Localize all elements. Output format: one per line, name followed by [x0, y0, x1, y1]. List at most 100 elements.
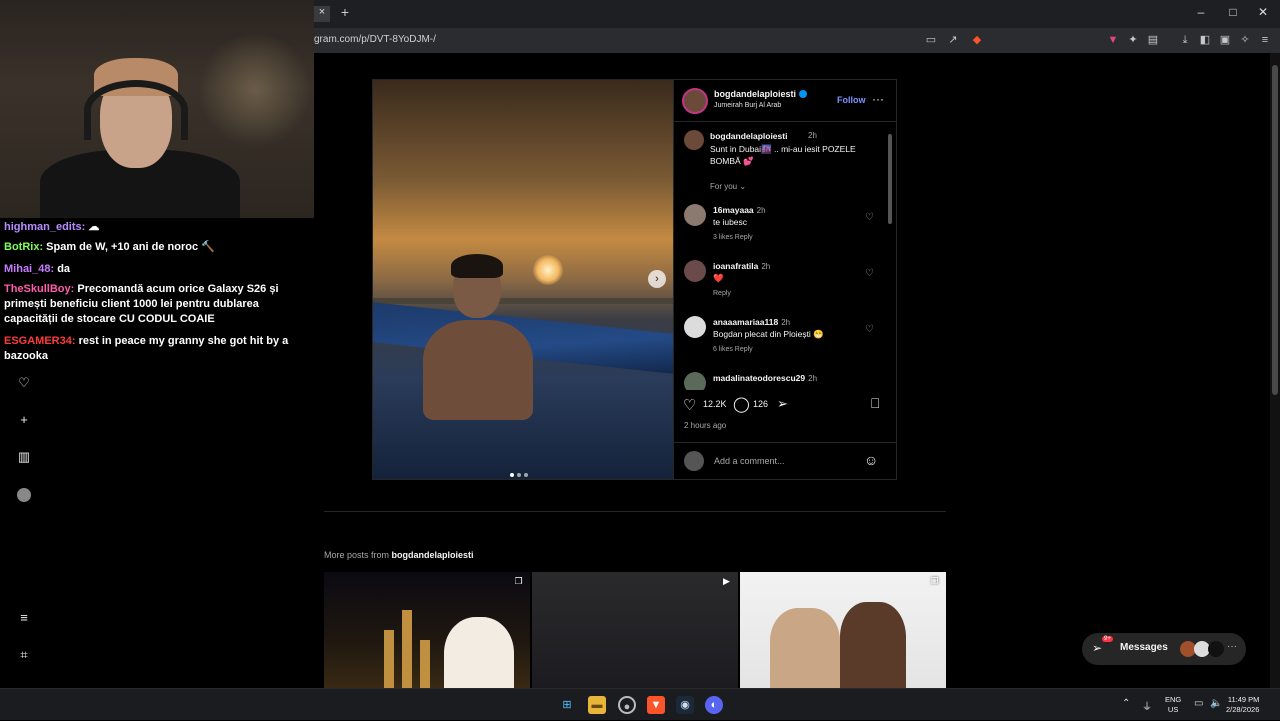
post-header: bogdandelaploiesti Jumeirah Burj Al Arab…: [674, 80, 897, 122]
discord-icon[interactable]: ◐: [705, 696, 723, 714]
comment-sort-dropdown[interactable]: For you ⌄: [710, 182, 746, 191]
page-scrollbar[interactable]: [1270, 53, 1280, 688]
building: [402, 610, 412, 688]
notifications-icon[interactable]: ♡: [16, 375, 32, 391]
commenter-name[interactable]: madalinateodorescu29: [713, 373, 805, 383]
dome: [444, 617, 514, 688]
comment-meta[interactable]: Reply: [713, 290, 731, 297]
commenter-avatar[interactable]: [684, 204, 706, 226]
cast-icon[interactable]: ▭: [924, 33, 938, 47]
commenter-username[interactable]: anaaamariaa118 2h: [713, 317, 790, 327]
post-thumbnail[interactable]: ❐: [324, 572, 530, 688]
brave-rewards-icon[interactable]: ▼: [1106, 33, 1120, 47]
comment-count[interactable]: 126: [753, 399, 768, 409]
share-icon[interactable]: ↗: [946, 33, 960, 47]
comments-scrollbar[interactable]: [887, 126, 893, 388]
profile-avatar[interactable]: [17, 488, 31, 502]
next-photo-button[interactable]: ›: [648, 270, 666, 288]
author-username[interactable]: bogdandelaploiesti: [714, 89, 796, 99]
commenter-name[interactable]: anaaamariaa118: [713, 317, 778, 327]
network-icon[interactable]: ▭: [1194, 698, 1203, 709]
post-photo[interactable]: ›: [373, 80, 673, 479]
split-view-icon[interactable]: ◧: [1198, 33, 1212, 47]
like-count[interactable]: 12.2K: [703, 399, 727, 409]
like-icon[interactable]: ♡: [683, 396, 696, 414]
input-language[interactable]: ENG US: [1165, 695, 1181, 715]
comment-like-icon[interactable]: ♡: [865, 268, 874, 279]
chat-username: BotRix:: [4, 241, 44, 253]
building: [420, 640, 430, 688]
chat-text: da: [54, 263, 71, 275]
obs-icon[interactable]: ●: [618, 696, 636, 714]
new-tab-button[interactable]: +: [336, 4, 354, 22]
commenter-name[interactable]: ioanafratila: [713, 261, 758, 271]
reel-icon: ▶: [723, 576, 730, 586]
commenter-username[interactable]: 16mayaaa 2h: [713, 205, 766, 215]
add-comment-input[interactable]: Add a comment...: [714, 456, 785, 466]
post-location[interactable]: Jumeirah Burj Al Arab: [714, 102, 781, 109]
messages-label: Messages: [1120, 642, 1168, 653]
show-hidden-icons[interactable]: ⌃: [1122, 698, 1130, 709]
more-posts-username[interactable]: bogdandelaploiesti: [392, 550, 474, 560]
add-comment-bar: Add a comment... ☺: [674, 442, 897, 479]
create-icon[interactable]: +: [16, 412, 32, 428]
downloads-icon[interactable]: ⤓: [1178, 33, 1192, 47]
leo-ai-icon[interactable]: ✧: [1238, 33, 1252, 47]
brave-browser-icon[interactable]: ▼: [647, 696, 665, 714]
dashboard-icon[interactable]: ▥: [16, 449, 32, 465]
sidebar-icon[interactable]: ▤: [1146, 33, 1160, 47]
messages-button[interactable]: ➢ 9+ Messages ···: [1082, 633, 1246, 665]
volume-icon[interactable]: 🔈: [1210, 698, 1222, 709]
file-explorer-icon[interactable]: ▬: [588, 696, 606, 714]
commenter-avatar[interactable]: [684, 260, 706, 282]
comment: madalinateodorescu29 2h: [674, 372, 886, 390]
comment-meta[interactable]: 3 likes Reply: [713, 234, 753, 241]
carousel-dot: [517, 473, 521, 477]
menu-icon[interactable]: ≡: [16, 610, 32, 626]
emoji-icon[interactable]: ☺: [864, 452, 878, 468]
comment-text: Bogdan plecat din Ploiești 😁: [713, 329, 824, 339]
more-posts-heading: More posts from bogdandelaploiesti: [324, 550, 474, 560]
commenter-username[interactable]: ioanafratila 2h: [713, 261, 770, 271]
start-icon[interactable]: ⊞: [558, 696, 576, 714]
close-window-button[interactable]: ✕: [1248, 5, 1278, 23]
post-thumbnail[interactable]: ▶: [532, 572, 738, 688]
person-body: [423, 320, 533, 420]
maximize-button[interactable]: □: [1218, 5, 1248, 23]
steam-icon[interactable]: ◉: [676, 696, 694, 714]
comment-like-icon[interactable]: ♡: [865, 212, 874, 223]
commenter-avatar[interactable]: [684, 372, 706, 390]
more-options-button[interactable]: ···: [872, 92, 884, 106]
clock[interactable]: 11:49 PM 2/28/2026: [1226, 695, 1259, 715]
commenter-name[interactable]: 16mayaaa: [713, 205, 754, 215]
also-from-meta-icon[interactable]: ⌗: [16, 647, 32, 663]
wallet-icon[interactable]: ▣: [1218, 33, 1232, 47]
brave-shield-icon[interactable]: ◆: [970, 33, 984, 47]
comment-meta[interactable]: 6 likes Reply: [713, 346, 753, 353]
minimize-button[interactable]: –: [1186, 5, 1216, 23]
url-field[interactable]: gram.com/p/DVT-8YoDJM-/: [314, 34, 436, 45]
author-avatar[interactable]: [682, 88, 708, 114]
microphone-icon[interactable]: ⏚: [1142, 698, 1152, 713]
my-avatar: [684, 451, 704, 471]
caption-text: Sunt in Dubai🌆 .. mi-au iesit POZELE BOM…: [710, 144, 856, 166]
extensions-icon[interactable]: ✦: [1126, 33, 1140, 47]
bookmark-icon[interactable]: ⎕: [871, 395, 879, 412]
comment-like-icon[interactable]: ♡: [865, 324, 874, 335]
commenter-username[interactable]: madalinateodorescu29 2h: [713, 373, 817, 383]
chat-text: Spam de W, +10 ani de noroc 🔨: [43, 241, 215, 253]
share-icon[interactable]: ➢: [777, 396, 788, 412]
follow-button[interactable]: Follow: [837, 95, 866, 105]
windows-taskbar: ⊞ ▬ ● ▼ ◉ ◐ ⌃ ⏚ ▭ 🔈 ENG US 11:49 PM 2/28/2…: [0, 688, 1280, 720]
caption-avatar[interactable]: [684, 130, 704, 150]
chat-username: highman_edits:: [4, 221, 86, 233]
tab-close-button[interactable]: ×: [314, 6, 330, 22]
post-thumbnail[interactable]: ❐: [740, 572, 946, 688]
page-scroll-thumb[interactable]: [1272, 65, 1278, 395]
comment-icon[interactable]: ◯: [733, 395, 750, 413]
comments-scroll-thumb[interactable]: [888, 134, 892, 224]
commenter-avatar[interactable]: [684, 316, 706, 338]
caption-username[interactable]: bogdandelaploiesti: [710, 131, 787, 141]
comment-text: ❤️: [713, 273, 724, 283]
menu-icon[interactable]: ≡: [1258, 33, 1272, 47]
